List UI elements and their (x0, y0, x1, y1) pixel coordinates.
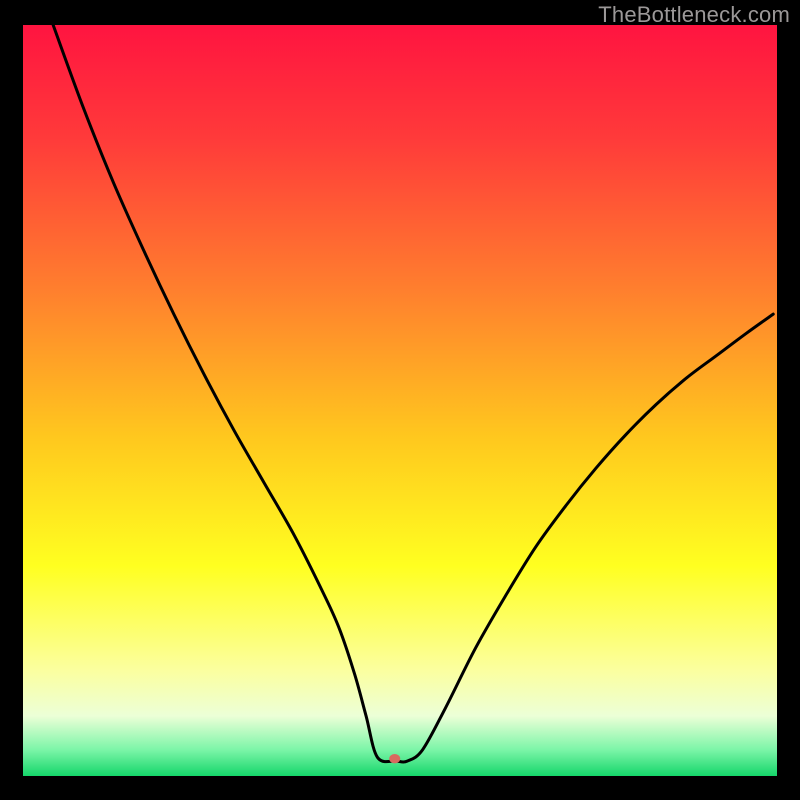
gradient-background (23, 25, 777, 776)
plot-area (23, 25, 777, 776)
bottleneck-chart-frame: TheBottleneck.com (0, 0, 800, 800)
optimal-point-marker (389, 754, 400, 763)
chart-svg (23, 25, 777, 776)
watermark-text: TheBottleneck.com (598, 2, 790, 28)
